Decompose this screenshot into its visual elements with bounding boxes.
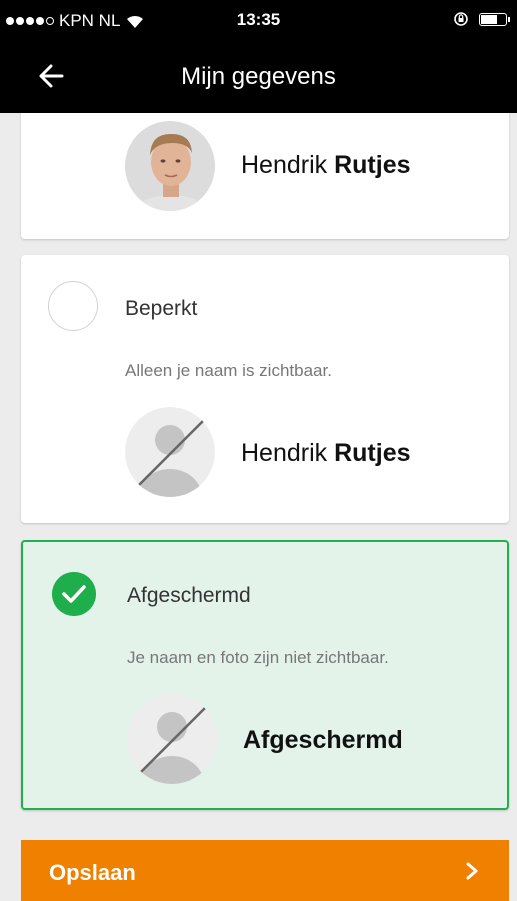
option-description: Je naam en foto zijn niet zichtbaar. bbox=[127, 648, 389, 667]
option-card-beperkt[interactable]: Beperkt Alleen je naam is zichtbaar. Hen… bbox=[21, 255, 509, 523]
rotation-lock-icon bbox=[454, 12, 468, 26]
status-bar: KPN NL 13:35 bbox=[0, 0, 517, 40]
display-name: Hendrik Rutjes bbox=[241, 439, 411, 468]
navigation-bar: Mijn gegevens bbox=[0, 40, 517, 113]
option-card-afgeschermd[interactable]: Afgeschermd Je naam en foto zijn niet zi… bbox=[21, 540, 509, 810]
chevron-right-icon bbox=[466, 862, 478, 880]
checkmark-selected-icon[interactable] bbox=[52, 572, 96, 616]
hidden-photo-placeholder-icon bbox=[125, 407, 215, 497]
anonymous-name: Afgeschermd bbox=[243, 726, 403, 754]
option-description: Alleen je naam is zichtbaar. bbox=[125, 361, 332, 380]
privacy-options-list[interactable]: Hendrik Rutjes Beperkt Alleen je naam is… bbox=[0, 113, 517, 823]
status-time: 13:35 bbox=[236, 10, 281, 29]
status-right bbox=[453, 11, 510, 27]
first-name: Hendrik bbox=[241, 151, 328, 179]
first-name: Hendrik bbox=[241, 439, 328, 467]
last-name: Rutjes bbox=[334, 439, 411, 467]
hidden-photo-placeholder-icon bbox=[127, 694, 217, 784]
save-button-label: Opslaan bbox=[49, 860, 136, 885]
option-title: Beperkt bbox=[125, 297, 198, 320]
battery-icon bbox=[479, 12, 510, 26]
save-button[interactable]: Opslaan bbox=[21, 840, 509, 901]
option-title: Afgeschermd bbox=[127, 584, 251, 607]
display-name: Hendrik Rutjes bbox=[241, 151, 411, 180]
display-name: Afgeschermd bbox=[243, 726, 403, 755]
page-title: Mijn gegevens bbox=[181, 63, 336, 90]
last-name: Rutjes bbox=[334, 151, 411, 179]
profile-photo bbox=[125, 121, 215, 211]
radio-button-unselected[interactable] bbox=[48, 281, 98, 331]
option-card-public[interactable]: Hendrik Rutjes bbox=[21, 113, 509, 239]
